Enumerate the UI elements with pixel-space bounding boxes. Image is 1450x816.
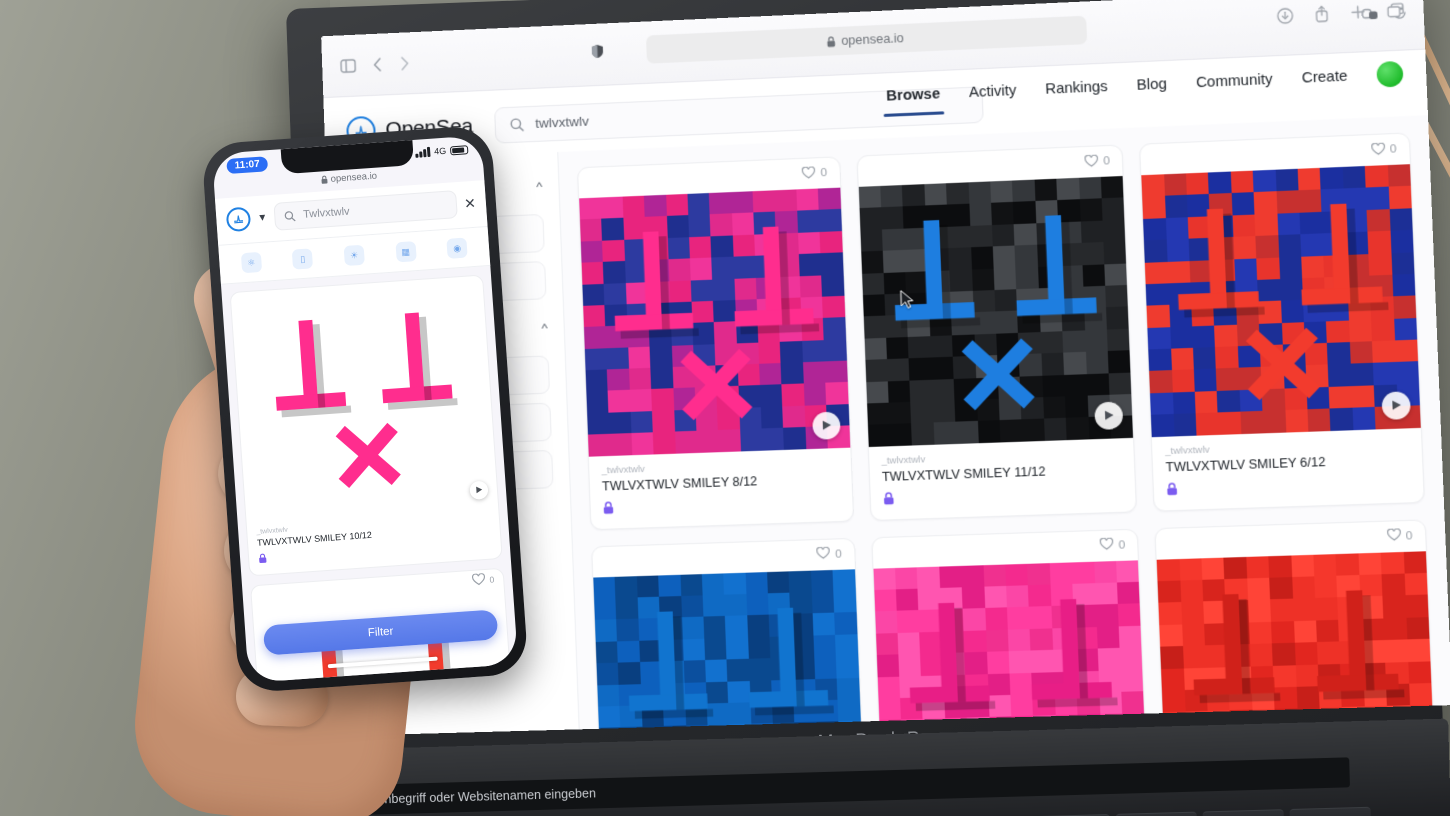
lock-icon <box>1166 474 1410 499</box>
nav-activity[interactable]: Activity <box>969 82 1017 112</box>
art-icon[interactable]: ⚛ <box>241 252 262 273</box>
share-icon[interactable] <box>1314 5 1329 23</box>
search-icon <box>510 117 525 132</box>
card-meta: _twlvxtwlv TWLVXTWLV SMILEY 11/12 <box>868 438 1136 520</box>
chevron-up-icon: ^ <box>536 178 543 193</box>
nav-browse[interactable]: Browse <box>886 86 941 117</box>
lock-icon <box>320 175 328 184</box>
nft-artwork-frame[interactable] <box>579 188 850 457</box>
key <box>1202 809 1284 816</box>
worlds-icon[interactable]: ☀ <box>344 245 365 266</box>
smiley-face-overlay <box>873 560 1149 729</box>
sidebar-toggle-icon[interactable] <box>340 58 356 73</box>
nft-card[interactable]: 0_twlvxtwlv <box>591 537 868 729</box>
nft-artwork-frame[interactable] <box>858 176 1133 447</box>
like-count: 0 <box>1406 530 1413 543</box>
nav-create[interactable]: Create <box>1301 68 1348 99</box>
nft-card[interactable]: 0_twlvxtwlv <box>871 528 1152 729</box>
scene: MacBook Pro <box>0 0 1450 816</box>
heart-icon[interactable] <box>1100 538 1114 554</box>
plus-icon[interactable] <box>1350 4 1366 20</box>
like-count: 0 <box>820 167 827 179</box>
address-bar[interactable]: opensea.io <box>646 16 1087 64</box>
forward-arrow-icon[interactable] <box>399 55 411 71</box>
cards-icon[interactable]: ▦ <box>395 241 416 262</box>
privacy-shield-icon[interactable] <box>591 44 605 60</box>
phone-search-value: Twlvxtwlv <box>303 206 350 221</box>
address-bar-url: opensea.io <box>841 31 904 48</box>
phone-search-input[interactable]: Twlvxtwlv <box>273 190 458 231</box>
nft-artwork-frame[interactable] <box>593 569 864 729</box>
domain-icon[interactable]: ▯ <box>292 248 313 269</box>
nft-grid-wrapper: 0 _twlvxtwlv TWLVXTWLV SMILEY 8/12 0 _twlvxt… <box>558 115 1450 729</box>
card-meta: _twlvxtwlv TWLVXTWLV SMILEY 6/12 <box>1152 428 1424 511</box>
phone-network: 4G <box>434 146 447 157</box>
opensea-mark-icon[interactable] <box>226 207 252 233</box>
lock-icon <box>827 36 837 48</box>
phone-nft-card[interactable]: _twlvxtwlv TWLVXTWLV SMILEY 10/12 <box>230 274 503 576</box>
heart-icon[interactable] <box>472 573 486 588</box>
smiley-face-overlay <box>1142 164 1421 437</box>
nav-blog[interactable]: Blog <box>1136 76 1167 106</box>
nft-grid: 0 _twlvxtwlv TWLVXTWLV SMILEY 8/12 0 _twlvxt… <box>577 132 1440 729</box>
nav-community[interactable]: Community <box>1196 71 1274 103</box>
heart-icon[interactable] <box>1387 529 1401 545</box>
nft-card[interactable]: 0_twlvxtwlv <box>1155 519 1441 729</box>
key <box>1115 812 1197 816</box>
lock-icon <box>603 493 840 517</box>
play-icon[interactable] <box>812 411 841 439</box>
nft-card[interactable]: 0 _twlvxtwlv TWLVXTWLV SMILEY 6/12 <box>1139 132 1425 511</box>
smiley-face-overlay <box>593 569 864 729</box>
heart-icon[interactable] <box>1084 154 1098 170</box>
nft-artwork-frame[interactable] <box>873 560 1149 729</box>
search-value: twlvxtwlv <box>535 114 589 131</box>
phone-time: 11:07 <box>226 156 268 174</box>
close-icon[interactable]: ✕ <box>464 194 477 212</box>
like-count: 0 <box>1390 143 1397 156</box>
nav-rankings[interactable]: Rankings <box>1045 78 1109 109</box>
download-icon[interactable] <box>1276 7 1293 24</box>
smiley-face-overlay <box>231 276 499 525</box>
like-count: 0 <box>1118 539 1125 551</box>
phone-url: opensea.io <box>330 171 377 185</box>
battery-icon <box>450 145 469 155</box>
nft-card[interactable]: 0 _twlvxtwlv TWLVXTWLV SMILEY 8/12 <box>577 156 854 530</box>
smiley-face-overlay <box>1157 551 1437 729</box>
lock-icon <box>882 484 1123 508</box>
smiley-face-overlay <box>858 176 1133 447</box>
signal-icon <box>415 147 430 158</box>
main-nav: Browse Activity Rankings Blog Community … <box>886 61 1404 121</box>
collectibles-icon[interactable]: ◉ <box>447 238 468 259</box>
tab-overview-icon[interactable] <box>1386 2 1405 18</box>
nft-artwork-frame[interactable] <box>1157 551 1437 729</box>
nft-card[interactable]: 0 _twlvxtwlv TWLVXTWLV SMILEY 11/12 <box>856 144 1137 520</box>
like-count: 0 <box>835 548 842 560</box>
card-meta: _twlvxtwlv TWLVXTWLV SMILEY 8/12 <box>589 447 853 529</box>
like-count: 0 <box>489 574 494 584</box>
back-arrow-icon[interactable] <box>372 56 384 72</box>
smiley-face-overlay <box>579 188 850 457</box>
account-avatar[interactable] <box>1376 61 1403 88</box>
phone-body: 11:07 4G opensea.io ▼ Twlvxtwlv ✕ ⚛ ▯ ☀ … <box>201 125 529 694</box>
key <box>1289 807 1371 816</box>
phone-screen: 11:07 4G opensea.io ▼ Twlvxtwlv ✕ ⚛ ▯ ☀ … <box>212 135 518 683</box>
heart-icon[interactable] <box>1371 142 1385 158</box>
like-count: 0 <box>1103 155 1110 167</box>
nft-artwork-frame[interactable] <box>1142 164 1421 437</box>
search-icon <box>284 210 296 222</box>
hand: 11:07 4G opensea.io ▼ Twlvxtwlv ✕ ⚛ ▯ ☀ … <box>90 230 490 816</box>
nft-artwork-frame[interactable] <box>231 276 499 525</box>
heart-icon[interactable] <box>817 547 831 563</box>
heart-icon[interactable] <box>802 166 816 182</box>
chevron-down-icon[interactable]: ▼ <box>257 212 268 224</box>
iphone: 11:07 4G opensea.io ▼ Twlvxtwlv ✕ ⚛ ▯ ☀ … <box>201 125 529 694</box>
chevron-up-icon: ^ <box>541 320 548 335</box>
